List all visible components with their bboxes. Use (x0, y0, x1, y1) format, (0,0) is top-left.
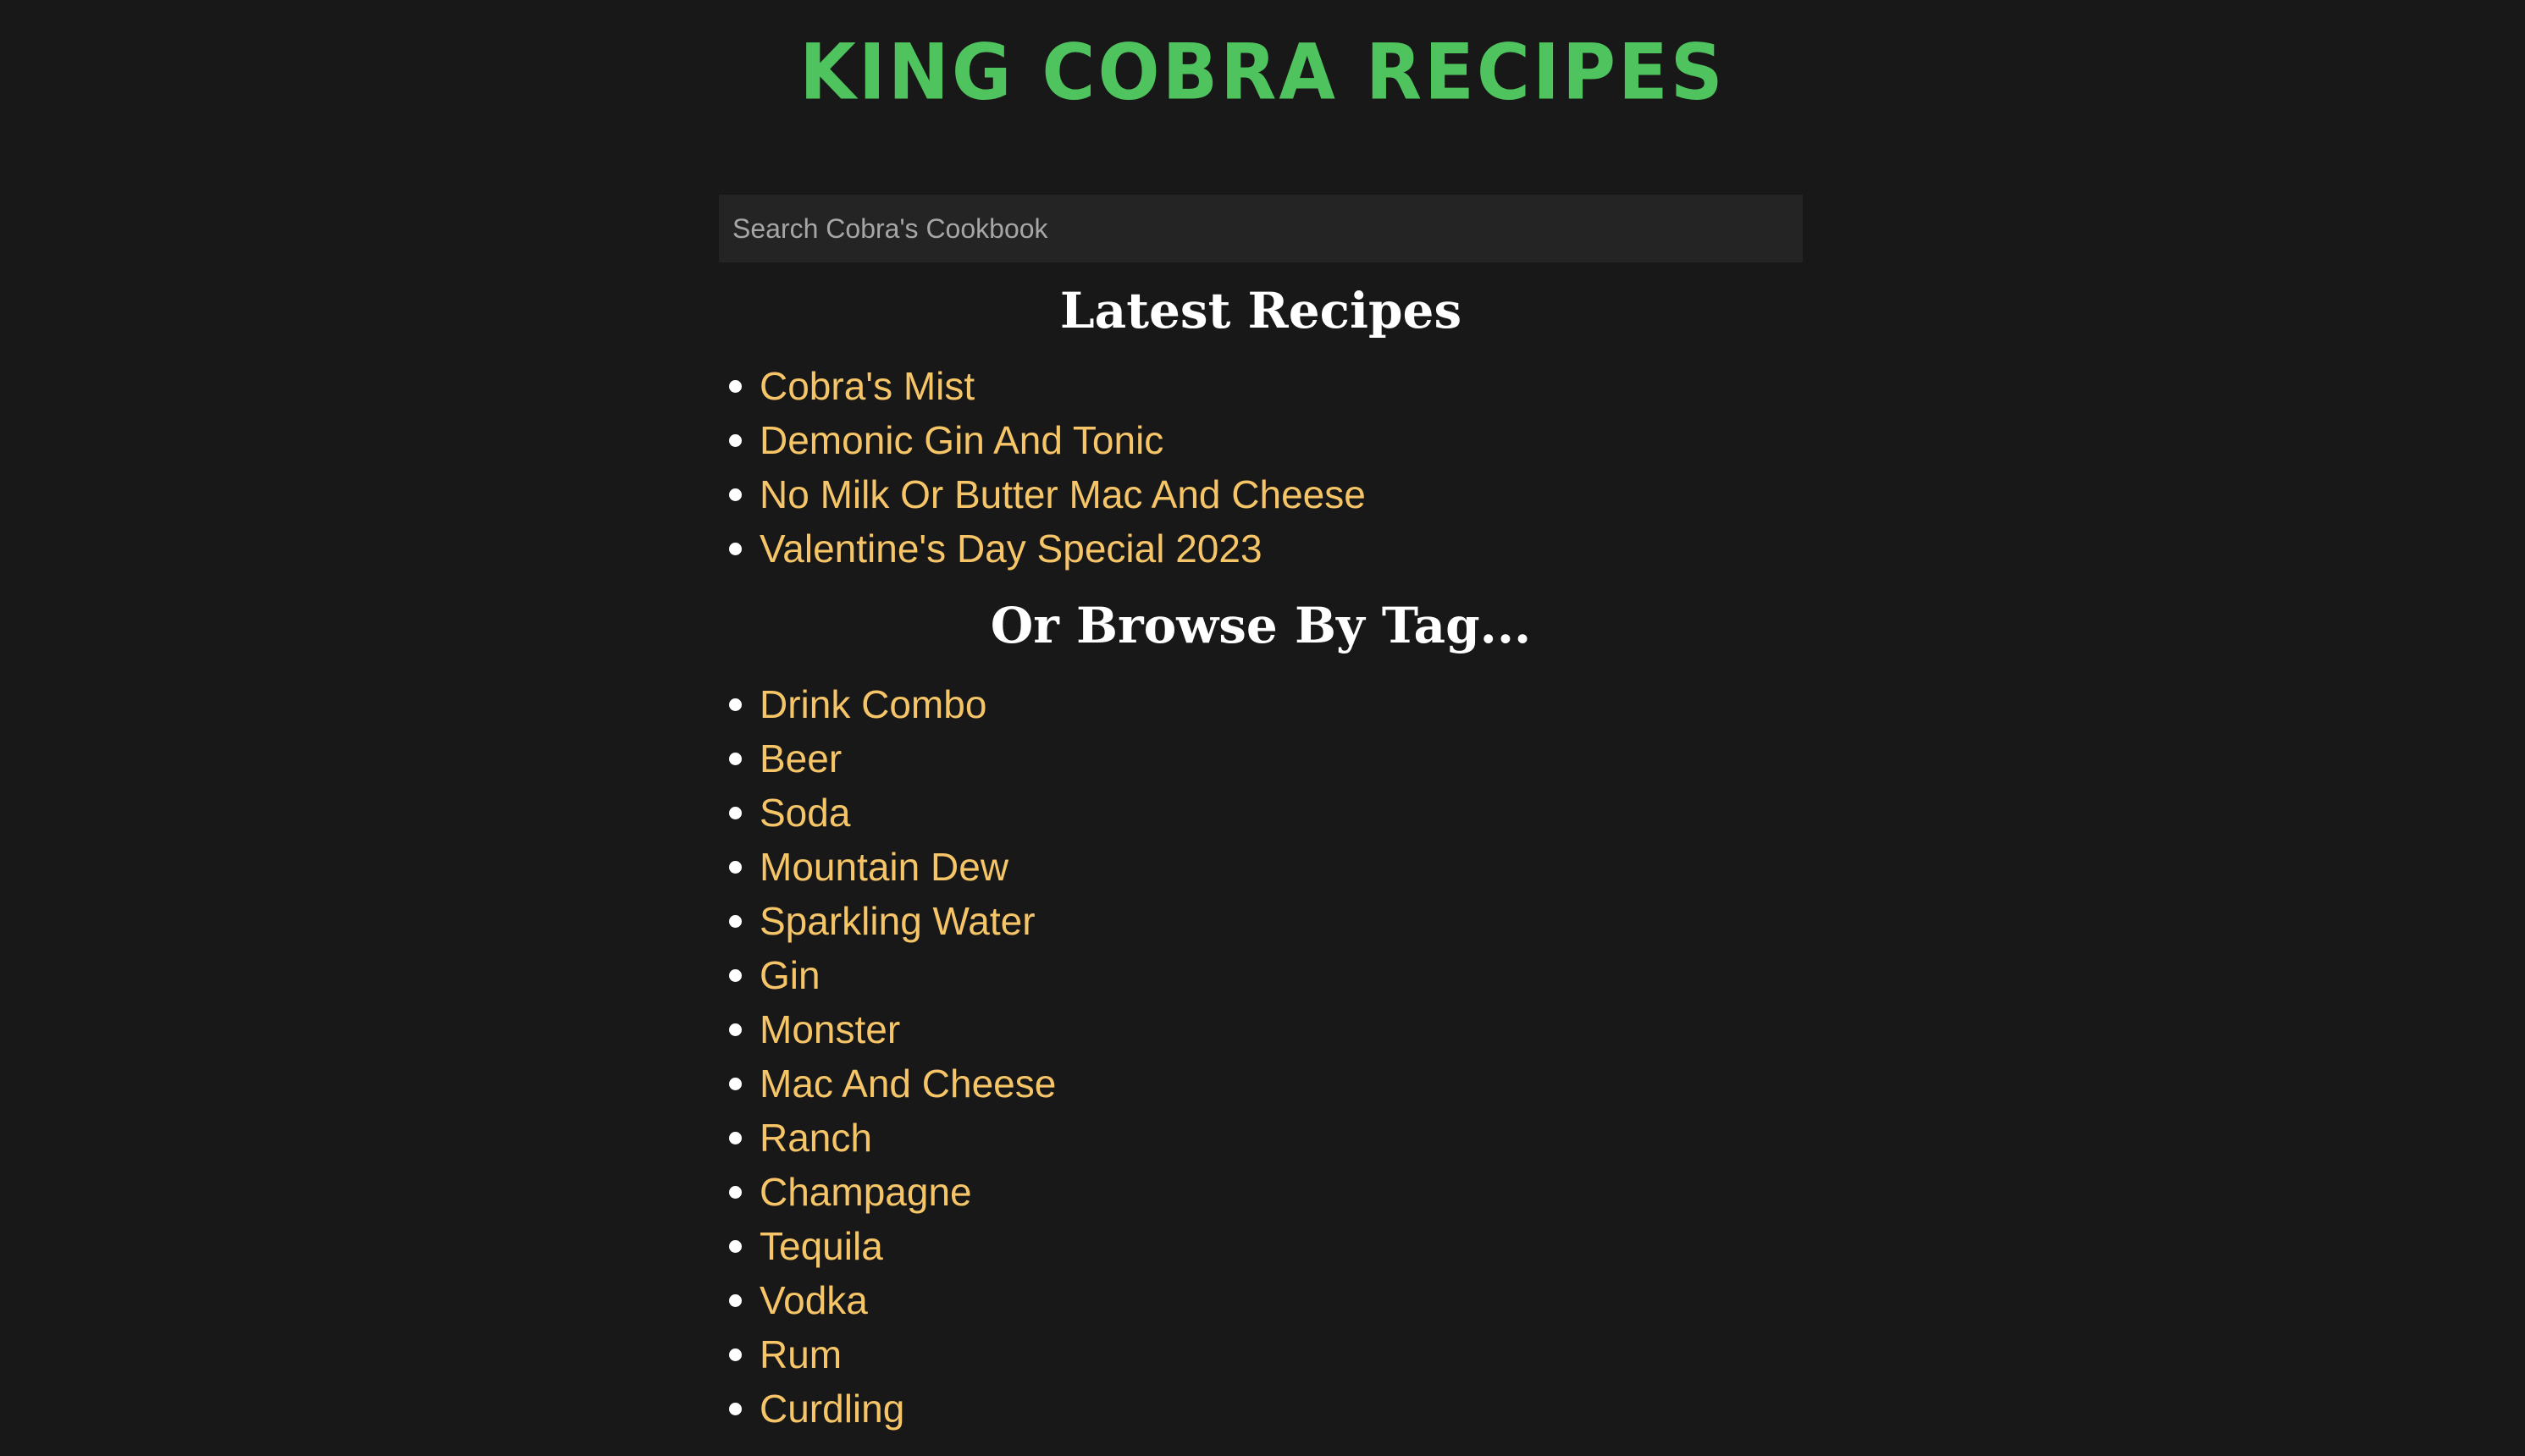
site-title: KING COBRA RECIPES (799, 28, 1726, 118)
list-item: Mountain Dew (719, 840, 1803, 894)
bullet-dot-icon (729, 434, 742, 447)
list-item: Rum (719, 1327, 1803, 1382)
tag-link-monster[interactable]: Monster (760, 1007, 900, 1051)
list-item: Ranch (719, 1111, 1803, 1165)
latest-recipes-list: Cobra's Mist Demonic Gin And Tonic No Mi… (719, 359, 1803, 576)
list-item: Valentine's Day Special 2023 (719, 521, 1803, 576)
bullet-dot-icon (729, 1403, 742, 1415)
list-item: Gin (719, 948, 1803, 1002)
list-item: Sparkling Water (719, 894, 1803, 948)
list-item: Cobra's Mist (719, 359, 1803, 413)
bullet-dot-icon (729, 1294, 742, 1307)
list-item: Soda (719, 786, 1803, 840)
bullet-dot-icon (729, 1132, 742, 1144)
recipe-link-no-milk-mac[interactable]: No Milk Or Butter Mac And Cheese (760, 472, 1366, 516)
recipe-link-cobras-mist[interactable]: Cobra's Mist (760, 364, 975, 408)
tag-link-gin[interactable]: Gin (760, 953, 820, 997)
list-item: Curdling (719, 1382, 1803, 1436)
tag-link-rum[interactable]: Rum (760, 1332, 842, 1376)
tag-link-curdling[interactable]: Curdling (760, 1387, 904, 1431)
tag-link-beer[interactable]: Beer (760, 736, 842, 780)
search-input[interactable] (719, 195, 1803, 262)
page: KING COBRA RECIPES Latest Recipes Cobra'… (0, 0, 2525, 1456)
tag-link-drink-combo[interactable]: Drink Combo (760, 682, 986, 726)
list-item: No Milk Or Butter Mac And Cheese (719, 467, 1803, 521)
bullet-dot-icon (729, 915, 742, 928)
bullet-dot-icon (729, 1348, 742, 1361)
bullet-dot-icon (729, 969, 742, 982)
tag-list: Drink Combo Beer Soda Mountain Dew Spark… (719, 677, 1803, 1436)
main-content: Latest Recipes Cobra's Mist Demonic Gin … (719, 195, 1803, 1436)
bullet-dot-icon (729, 1186, 742, 1199)
tag-link-soda[interactable]: Soda (760, 791, 850, 835)
bullet-dot-icon (729, 1023, 742, 1036)
bullet-dot-icon (729, 753, 742, 765)
tag-link-sparkling-water[interactable]: Sparkling Water (760, 899, 1036, 943)
tag-link-tequila[interactable]: Tequila (760, 1224, 883, 1268)
recipe-link-valentines-special[interactable]: Valentine's Day Special 2023 (760, 527, 1262, 571)
latest-recipes-heading: Latest Recipes (1059, 282, 1462, 339)
bullet-dot-icon (729, 1240, 742, 1253)
bullet-dot-icon (729, 488, 742, 501)
tag-link-mac-and-cheese[interactable]: Mac And Cheese (760, 1062, 1056, 1106)
bullet-dot-icon (729, 1078, 742, 1090)
list-item: Mac And Cheese (719, 1056, 1803, 1111)
list-item: Beer (719, 731, 1803, 786)
list-item: Vodka (719, 1273, 1803, 1327)
list-item: Tequila (719, 1219, 1803, 1273)
bullet-dot-icon (729, 861, 742, 874)
browse-by-tag-heading: Or Browse By Tag... (990, 597, 1532, 654)
bullet-dot-icon (729, 807, 742, 819)
tag-link-vodka[interactable]: Vodka (760, 1278, 868, 1322)
tag-link-mountain-dew[interactable]: Mountain Dew (760, 845, 1008, 889)
bullet-dot-icon (729, 543, 742, 555)
bullet-dot-icon (729, 698, 742, 711)
tag-link-ranch[interactable]: Ranch (760, 1116, 872, 1160)
list-item: Demonic Gin And Tonic (719, 413, 1803, 467)
list-item: Drink Combo (719, 677, 1803, 731)
bullet-dot-icon (729, 380, 742, 393)
recipe-link-demonic-gin-and-tonic[interactable]: Demonic Gin And Tonic (760, 418, 1163, 462)
tag-link-champagne[interactable]: Champagne (760, 1170, 972, 1214)
list-item: Champagne (719, 1165, 1803, 1219)
list-item: Monster (719, 1002, 1803, 1056)
